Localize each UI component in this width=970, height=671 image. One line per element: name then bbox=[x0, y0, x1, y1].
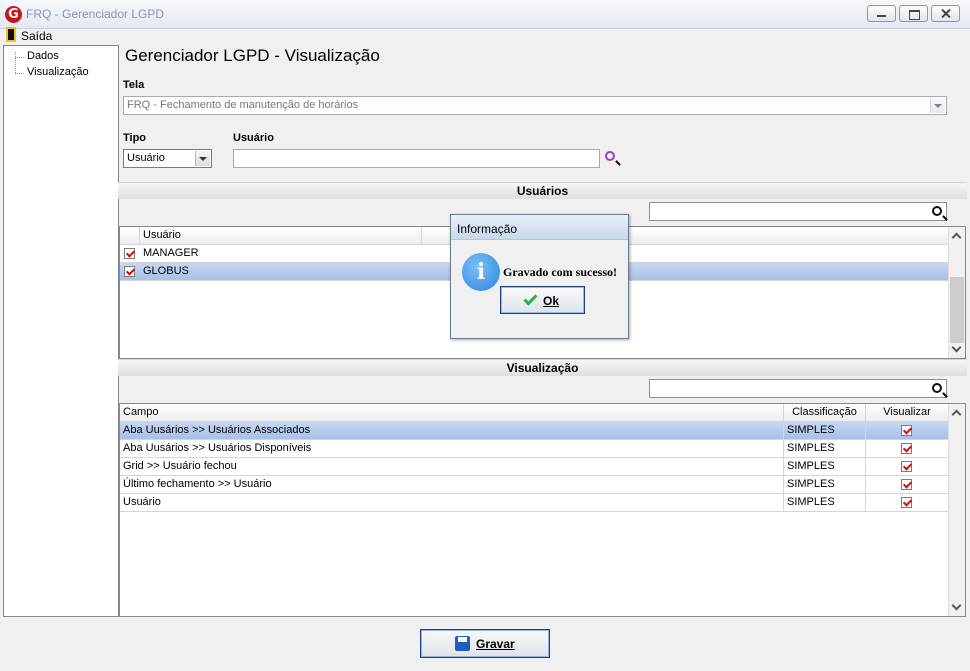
info-dialog: Informação i Gravado com sucesso! Ok bbox=[450, 214, 629, 339]
users-grid-scrollbar[interactable] bbox=[948, 227, 965, 358]
view-checkbox[interactable] bbox=[901, 497, 912, 508]
maximize-button[interactable] bbox=[899, 5, 928, 22]
floppy-disk-icon bbox=[455, 636, 470, 651]
chevron-down-icon[interactable] bbox=[195, 151, 210, 166]
view-checkbox[interactable] bbox=[901, 461, 912, 472]
app-logo-icon: G bbox=[5, 6, 22, 23]
tree-connector bbox=[15, 57, 24, 58]
user-label: Usuário bbox=[233, 132, 274, 144]
view-checkbox[interactable] bbox=[901, 479, 912, 490]
users-section-header: Usuários bbox=[118, 182, 967, 199]
classification-cell: SIMPLES bbox=[784, 458, 866, 475]
classification-cell: SIMPLES bbox=[784, 440, 866, 457]
user-name: MANAGER bbox=[143, 247, 199, 259]
search-icon[interactable] bbox=[932, 383, 942, 393]
ok-button[interactable]: Ok bbox=[500, 286, 585, 314]
screen-select[interactable]: FRQ - Fechamento de manutenção de horári… bbox=[123, 96, 947, 115]
field-cell: Grid >> Usuário fechou bbox=[120, 458, 784, 475]
tree-item-dados[interactable]: Dados bbox=[27, 50, 59, 62]
dialog-title: Informação bbox=[457, 222, 518, 236]
scroll-thumb[interactable] bbox=[950, 277, 964, 343]
save-button-label: Gravar bbox=[476, 637, 515, 651]
view-grid-header: Campo Classificação Visualizar bbox=[120, 404, 948, 422]
view-section-header: Visualização bbox=[118, 359, 967, 376]
ok-button-label: Ok bbox=[543, 294, 560, 308]
column-header-view[interactable]: Visualizar bbox=[866, 404, 948, 421]
view-checkbox[interactable] bbox=[901, 425, 912, 436]
user-search-button[interactable] bbox=[603, 150, 623, 168]
close-button[interactable] bbox=[931, 5, 960, 22]
chevron-down-icon[interactable] bbox=[930, 98, 945, 113]
checkmark-icon bbox=[523, 291, 538, 306]
scroll-down-icon[interactable] bbox=[951, 600, 962, 611]
type-select-value: Usuário bbox=[127, 152, 165, 164]
table-row[interactable]: Usuário SIMPLES bbox=[120, 494, 948, 512]
column-header-field[interactable]: Campo bbox=[120, 404, 784, 421]
view-checkbox[interactable] bbox=[901, 443, 912, 454]
menu-exit[interactable]: Saída bbox=[21, 29, 52, 43]
screen-label: Tela bbox=[123, 79, 145, 91]
search-icon[interactable] bbox=[932, 206, 942, 216]
view-grid: Campo Classificação Visualizar Aba Uusár… bbox=[119, 403, 966, 617]
column-header-user[interactable]: Usuário bbox=[140, 227, 422, 244]
dialog-title-bar[interactable]: Informação bbox=[451, 215, 628, 240]
navigation-tree: Dados Visualização bbox=[3, 45, 119, 617]
row-checkbox[interactable] bbox=[124, 266, 135, 277]
users-search-input[interactable] bbox=[649, 202, 947, 221]
minimize-button[interactable] bbox=[867, 5, 896, 22]
type-select[interactable]: Usuário bbox=[123, 149, 212, 168]
tree-connector bbox=[15, 52, 16, 73]
info-icon: i bbox=[462, 253, 500, 291]
table-row[interactable]: Aba Uusários >> Usuários Disponíveis SIM… bbox=[120, 440, 948, 458]
search-icon bbox=[605, 151, 615, 161]
user-input[interactable] bbox=[233, 149, 600, 168]
window-title: FRQ - Gerenciador LGPD bbox=[26, 7, 165, 21]
page-title: Gerenciador LGPD - Visualização bbox=[125, 46, 380, 65]
table-row[interactable]: Aba Uusários >> Usuários Associados SIMP… bbox=[120, 422, 948, 440]
type-label: Tipo bbox=[123, 132, 147, 144]
view-grid-scrollbar[interactable] bbox=[948, 404, 965, 616]
scroll-up-icon[interactable] bbox=[951, 232, 962, 243]
classification-cell: SIMPLES bbox=[784, 476, 866, 493]
scroll-up-icon[interactable] bbox=[951, 409, 962, 420]
classification-cell: SIMPLES bbox=[784, 422, 866, 439]
scroll-down-icon[interactable] bbox=[951, 342, 962, 353]
screen-select-value: FRQ - Fechamento de manutenção de horári… bbox=[127, 99, 359, 111]
view-search-input[interactable] bbox=[649, 379, 947, 398]
field-cell: Último fechamento >> Usuário bbox=[120, 476, 784, 493]
table-row[interactable]: Último fechamento >> Usuário SIMPLES bbox=[120, 476, 948, 494]
field-cell: Usuário bbox=[120, 494, 784, 511]
tree-item-visualizacao[interactable]: Visualização bbox=[27, 66, 89, 78]
dialog-message: Gravado com sucesso! bbox=[503, 265, 617, 279]
table-row[interactable]: Grid >> Usuário fechou SIMPLES bbox=[120, 458, 948, 476]
column-header-check bbox=[120, 227, 140, 244]
row-checkbox[interactable] bbox=[124, 248, 135, 259]
classification-cell: SIMPLES bbox=[784, 494, 866, 511]
tree-connector bbox=[15, 73, 24, 74]
door-exit-icon[interactable] bbox=[6, 27, 16, 42]
menu-bar bbox=[0, 29, 970, 45]
user-name: GLOBUS bbox=[143, 265, 189, 277]
field-cell: Aba Uusários >> Usuários Associados bbox=[120, 422, 784, 439]
field-cell: Aba Uusários >> Usuários Disponíveis bbox=[120, 440, 784, 457]
column-header-classification[interactable]: Classificação bbox=[784, 404, 866, 421]
